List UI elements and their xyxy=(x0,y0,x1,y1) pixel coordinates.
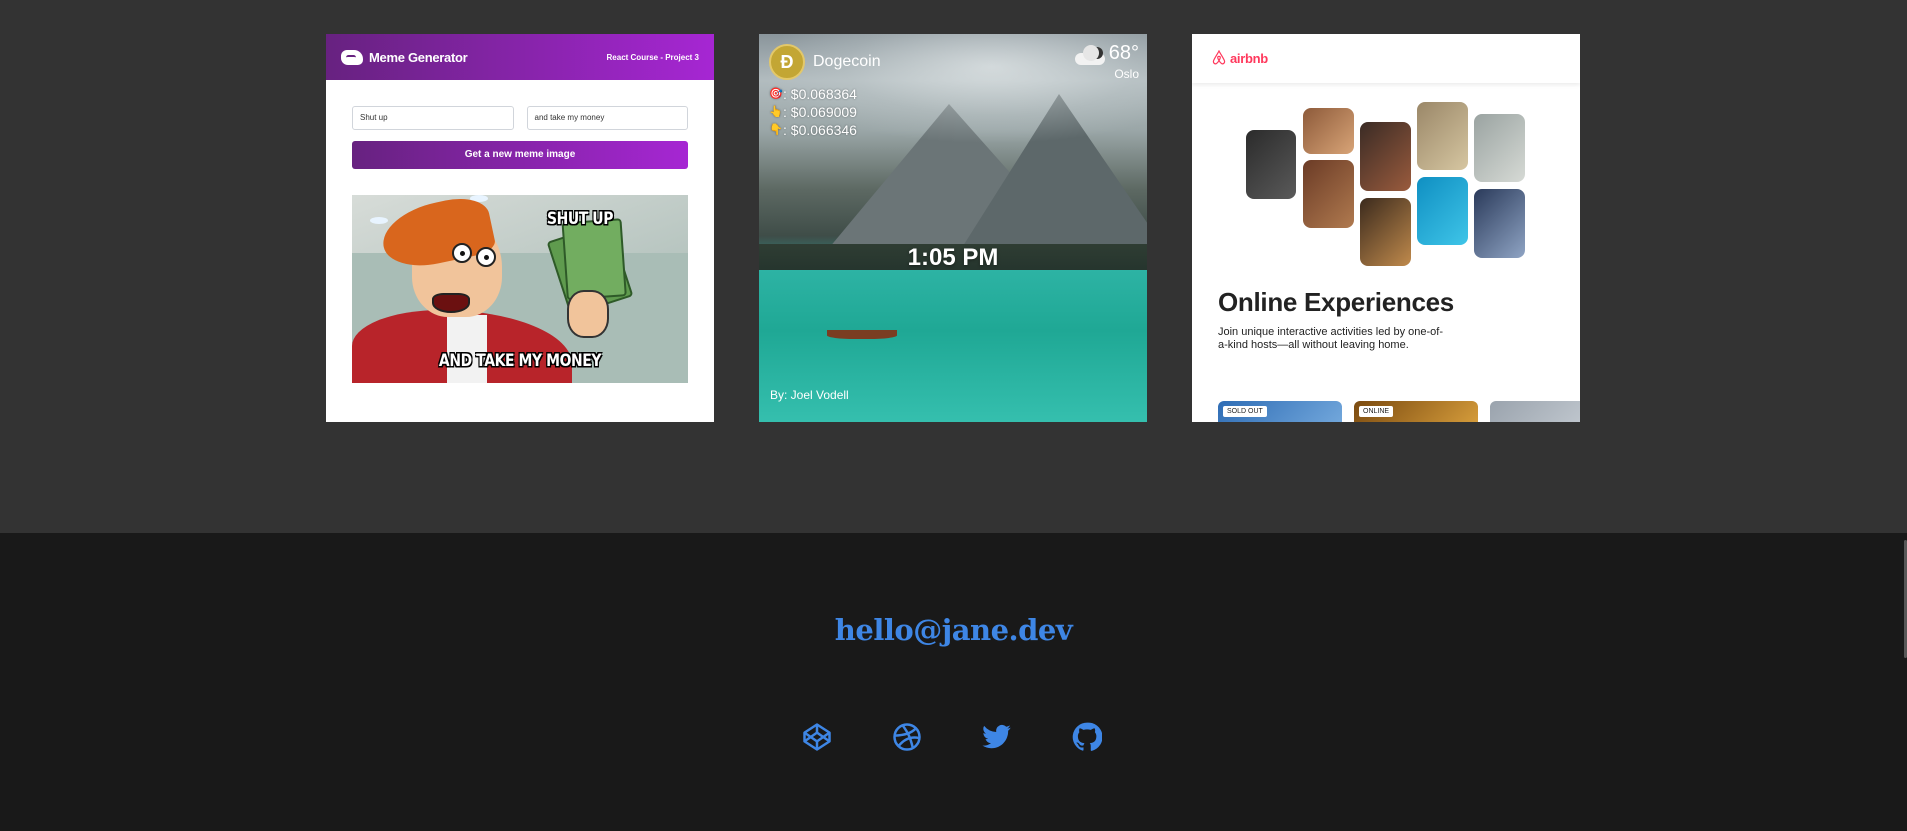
pointing-down-icon: 👇 xyxy=(769,124,783,136)
project-card-airbnb[interactable]: airbnb Online Experiences Join unique in… xyxy=(1192,34,1580,422)
dribbble-icon[interactable] xyxy=(891,721,923,753)
pointing-up-icon: 👆 xyxy=(769,106,783,118)
photo-tile xyxy=(1417,177,1468,245)
photo-tile xyxy=(1360,122,1411,191)
photo-author: By: Joel Vodell xyxy=(770,388,849,402)
github-icon[interactable] xyxy=(1071,721,1103,753)
meme-image: SHUT UP AND TAKE MY MONEY xyxy=(352,195,688,383)
meme-header: Meme Generator React Course - Project 3 xyxy=(326,34,714,80)
status-badge: ONLINE xyxy=(1359,406,1394,417)
photo-tile xyxy=(1417,102,1468,170)
project-card-meme-generator[interactable]: Meme Generator React Course - Project 3 … xyxy=(326,34,714,422)
airbnb-logo-icon xyxy=(1212,49,1226,68)
get-meme-button[interactable]: Get a new meme image xyxy=(352,141,688,169)
social-links xyxy=(801,721,1103,753)
photo-tile xyxy=(1474,189,1525,258)
meme-form: Shut up and take my money Get a new meme… xyxy=(326,80,714,169)
twitter-icon[interactable] xyxy=(981,721,1013,753)
temperature: 68° xyxy=(1108,42,1139,64)
current-time: 1:05 PM xyxy=(907,244,999,271)
experience-card[interactable]: SOLD OUT xyxy=(1218,401,1342,422)
experience-card[interactable] xyxy=(1490,401,1580,422)
status-badge: SOLD OUT xyxy=(1223,406,1267,417)
price-current: 🎯 : $0.068364 xyxy=(769,86,857,102)
price-high: 👆 : $0.069009 xyxy=(769,104,857,120)
coin-header: Ð Dogecoin xyxy=(769,44,881,80)
airbnb-navbar: airbnb xyxy=(1192,34,1580,83)
codepen-icon[interactable] xyxy=(801,721,833,753)
meme-top-text: SHUT UP xyxy=(546,209,614,229)
city-name: Oslo xyxy=(1114,67,1139,81)
top-text-input[interactable]: Shut up xyxy=(352,106,514,130)
photo-tile xyxy=(1474,114,1525,182)
dogecoin-logo-icon: Ð xyxy=(769,44,805,80)
photo-tile xyxy=(1360,198,1411,266)
bottom-text-input[interactable]: and take my money xyxy=(526,106,688,130)
meme-subtitle: React Course - Project 3 xyxy=(606,52,699,62)
photo-tile xyxy=(1246,130,1296,199)
coin-prices: 🎯 : $0.068364 👆 : $0.069009 👇 : $0.06634… xyxy=(769,85,857,139)
airbnb-heading: Online Experiences xyxy=(1218,287,1454,317)
troll-face-icon xyxy=(341,49,363,65)
target-icon: 🎯 xyxy=(769,88,783,100)
project-card-dashboard[interactable]: Ð Dogecoin 🎯 : $0.068364 👆 : $0.069009 👇… xyxy=(759,34,1147,422)
weather-widget: 68° Oslo xyxy=(1073,42,1139,81)
email-link[interactable]: hello@jane.dev xyxy=(0,613,1907,647)
experience-photo-grid xyxy=(1246,102,1536,272)
experience-card[interactable]: ONLINE xyxy=(1354,401,1478,422)
cloud-icon xyxy=(1073,43,1107,65)
photo-tile xyxy=(1303,108,1354,154)
experience-cards: SOLD OUT ONLINE xyxy=(1218,401,1580,422)
price-low: 👇 : $0.066346 xyxy=(769,122,857,138)
footer: hello@jane.dev xyxy=(0,533,1907,831)
projects-section: Meme Generator React Course - Project 3 … xyxy=(0,0,1907,533)
airbnb-logo-text: airbnb xyxy=(1230,51,1268,66)
coin-name: Dogecoin xyxy=(813,53,881,70)
meme-bottom-text: AND TAKE MY MONEY xyxy=(438,351,602,371)
meme-title: Meme Generator xyxy=(369,49,468,65)
airbnb-description: Join unique interactive activities led b… xyxy=(1218,326,1444,351)
photo-tile xyxy=(1303,160,1354,228)
